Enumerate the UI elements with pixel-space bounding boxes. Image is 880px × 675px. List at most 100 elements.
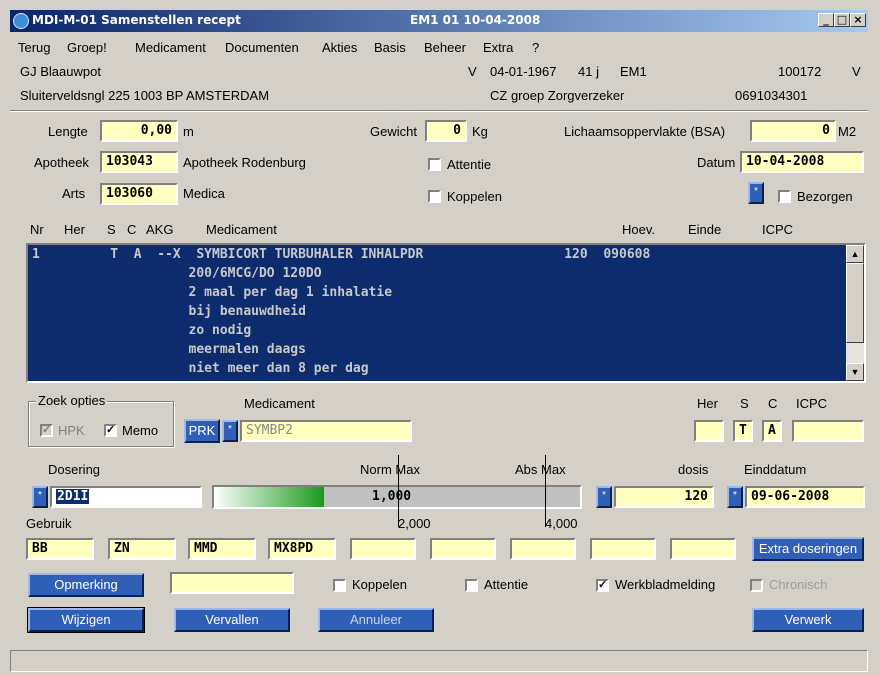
list-item[interactable]: 1 T A --X SYMBICORT TURBUHALER INHALPDR … [32,247,650,262]
gewicht-field[interactable]: 0 [425,120,467,142]
patient-dob: 04-01-1967 [490,64,557,79]
bsa-label: Lichaamsoppervlakte (BSA) [564,124,726,139]
tick-4000: 4,000 [545,516,578,531]
dosis-label: dosis [678,462,709,477]
c-field[interactable]: A [762,420,782,442]
gebruik-field-5[interactable] [350,538,416,560]
her-label: Her [697,396,718,411]
col-medicament: Medicament [206,222,277,237]
hpk-checkbox: ✓ [40,424,53,437]
gebruik-field-3[interactable]: MMD [188,538,256,560]
apotheek-name: Apotheek Rodenburg [183,155,306,170]
menu-groep[interactable]: Groep! [67,40,107,55]
maximize-button[interactable]: □ [834,13,850,27]
minimize-button[interactable]: _ [818,13,834,27]
medicament-lookup-button[interactable]: * [222,420,238,442]
medicament-search-input[interactable]: SYMBP2 [240,420,412,442]
norm-max-label: Norm Max [360,462,420,477]
gebruik-field-4[interactable]: MX8PD [268,538,336,560]
attentie-bottom-label: Attentie [484,577,529,592]
apotheek-label: Apotheek [34,155,89,170]
koppelen-bottom-checkbox[interactable] [333,579,346,592]
lengte-unit: m [183,124,194,139]
gebruik-field-6[interactable] [430,538,496,560]
patient-phone: 0691034301 [735,88,808,103]
dosering-label: Dosering [48,462,101,477]
scroll-thumb[interactable] [846,263,864,343]
scroll-down-icon[interactable]: ▼ [846,363,864,381]
list-item-detail: 200/6MCG/DO 120DO [32,266,322,281]
patient-address: Sluiterveldsngl 225 1003 BP AMSTERDAM [20,88,270,103]
menu-basis[interactable]: Basis [374,40,406,55]
bezorgen-checkbox[interactable] [778,190,791,203]
col-einde: Einde [688,222,722,237]
abs-max-label: Abs Max [515,462,566,477]
bsa-field[interactable]: 0 [750,120,836,142]
memo-label: Memo [122,423,159,438]
datum-lookup-button[interactable]: * [748,182,764,204]
dosering-code-field[interactable]: 2D1I [50,486,202,508]
verwerk-button[interactable]: Verwerk [752,608,864,632]
gebruik-field-9[interactable] [670,538,736,560]
chronisch-label: Chronisch [769,577,828,592]
s-field[interactable]: T [733,420,753,442]
werkbladmelding-checkbox[interactable]: ✓ [596,579,609,592]
gewicht-unit: Kg [472,124,488,139]
list-item-detail: bij benauwdheid [32,304,306,319]
gebruik-field-1[interactable]: BB [26,538,94,560]
gebruik-field-7[interactable] [510,538,576,560]
dosering-lookup-button[interactable]: * [32,486,48,508]
s-label: S [740,396,749,411]
opmerking-button[interactable]: Opmerking [28,573,144,597]
menu-beheer[interactable]: Beheer [424,40,466,55]
attentie-bottom-checkbox[interactable] [465,579,478,592]
dose-progress-fill [214,487,324,507]
menu-extra[interactable]: Extra [483,40,513,55]
col-c: C [127,222,137,237]
werkbladmelding-label: Werkbladmelding [615,577,716,592]
menu-akties[interactable]: Akties [322,40,357,55]
dosis-field[interactable]: 120 [614,486,714,508]
list-item-detail: niet meer dan 8 per dag [32,361,369,376]
menu-medicament[interactable]: Medicament [135,40,206,55]
attentie-label: Attentie [447,157,492,172]
einddatum-label: Einddatum [744,462,807,477]
tick-2000: 2,000 [398,516,431,531]
attentie-checkbox[interactable] [428,158,441,171]
datum-label: Datum [697,155,736,170]
patient-sex-2: V [852,64,861,79]
menu-help[interactable]: ? [532,40,539,55]
einddatum-field[interactable]: 09-06-2008 [745,486,865,508]
gebruik-field-8[interactable] [590,538,656,560]
annuleer-button[interactable]: Annuleer [318,608,434,632]
apotheek-code-field[interactable]: 103043 [100,151,178,173]
her-field[interactable] [694,420,724,442]
c-label: C [768,396,778,411]
memo-checkbox[interactable]: ✓ [104,424,117,437]
menu-terug[interactable]: Terug [18,40,51,55]
koppelen-checkbox[interactable] [428,190,441,203]
opmerking-field[interactable] [170,572,294,594]
window-title: MDI-M-01 Samenstellen recept [32,13,241,27]
lengte-field[interactable]: 0,00 [100,120,178,142]
icpc-field[interactable] [792,420,864,442]
prk-button[interactable]: PRK [184,419,220,443]
medication-list[interactable]: 1 T A --X SYMBICORT TURBUHALER INHALPDR … [26,243,866,383]
extra-doseringen-button[interactable]: Extra doseringen [752,537,864,561]
dosering-code-selected: 2D1I [56,489,90,504]
wijzigen-button[interactable]: Wijzigen [27,607,145,633]
list-scrollbar[interactable]: ▲ ▼ [846,245,864,381]
arts-code-field[interactable]: 103060 [100,183,178,205]
patient-age: 41 j [578,64,599,79]
vervallen-button[interactable]: Vervallen [174,608,290,632]
bezorgen-label: Bezorgen [797,189,853,204]
gebruik-field-2[interactable]: ZN [108,538,176,560]
einddatum-lookup-button[interactable]: * [727,486,743,508]
scroll-up-icon[interactable]: ▲ [846,245,864,263]
close-button[interactable]: × [850,13,866,27]
datum-field[interactable]: 10-04-2008 [740,151,864,173]
title-bar[interactable]: MDI-M-01 Samenstellen recept EM1 01 10-0… [10,10,868,32]
dosis-lookup-button[interactable]: * [596,486,612,508]
menu-documenten[interactable]: Documenten [225,40,299,55]
col-her: Her [64,222,85,237]
